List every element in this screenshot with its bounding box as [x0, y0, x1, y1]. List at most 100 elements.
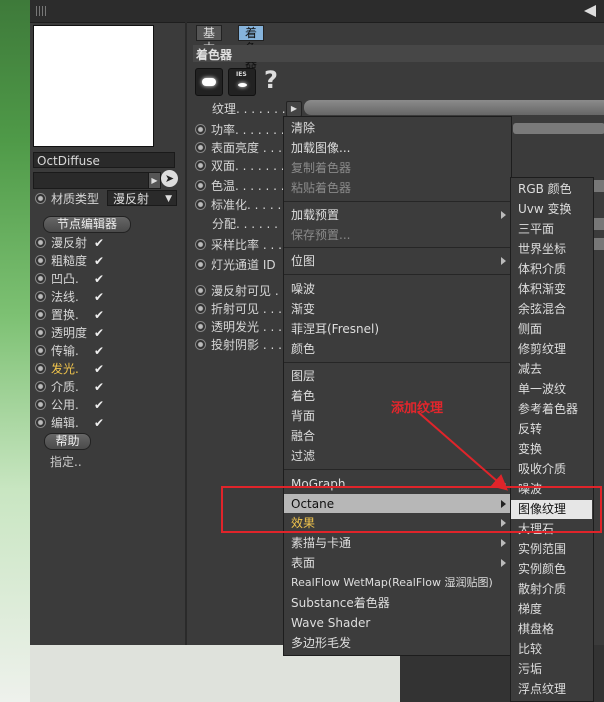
channel-item[interactable]: 编辑. ✔	[35, 414, 104, 432]
node-editor-button[interactable]: 节点编辑器	[43, 216, 131, 233]
submenu-item[interactable]: 浮点纹理	[518, 679, 566, 699]
checkmark-icon[interactable]: ✔	[94, 360, 104, 378]
radio-icon[interactable]	[35, 193, 46, 204]
menu-item-fusion[interactable]: 融合	[291, 426, 315, 446]
menu-item-load-preset[interactable]: 加载预置	[291, 205, 339, 225]
checkmark-icon[interactable]: ✔	[94, 288, 104, 306]
help-icon[interactable]: ?	[264, 66, 278, 94]
checkmark-icon[interactable]: ✔	[94, 342, 104, 360]
submenu-item[interactable]: 实例范围	[518, 539, 566, 559]
submenu-item[interactable]: 修剪纹理	[518, 339, 566, 359]
help-button[interactable]: 帮助	[44, 433, 91, 450]
submenu-item[interactable]: 反转	[518, 419, 542, 439]
submenu-item[interactable]: 棋盘格	[518, 619, 554, 639]
radio-icon[interactable]	[195, 339, 206, 350]
back-arrow-icon[interactable]	[584, 5, 596, 17]
menu-item-realflow-wetmap[interactable]: RealFlow WetMap(RealFlow 湿润贴图)	[291, 573, 493, 593]
cursor-picker-icon[interactable]: ➤	[161, 170, 178, 187]
submenu-item[interactable]: 吸收介质	[518, 459, 566, 479]
power-slider[interactable]	[513, 123, 604, 134]
channel-item[interactable]: 公用. ✔	[35, 396, 104, 414]
expand-arrow-icon[interactable]: ▶	[148, 172, 161, 189]
attr-refraction-visible[interactable]: 折射可见 . . .	[195, 300, 282, 318]
attr-sample-rate[interactable]: 采样比率 . . .	[195, 236, 282, 254]
menu-item-sketch-toon[interactable]: 素描与卡通	[291, 533, 351, 553]
material-type-select[interactable]: 漫反射 ▼	[107, 190, 177, 206]
menu-item-surfaces[interactable]: 表面	[291, 553, 315, 573]
menu-item-save-preset[interactable]: 保存预置...	[291, 225, 350, 245]
channel-item[interactable]: 漫反射 ✔	[35, 234, 104, 252]
radio-icon[interactable]	[195, 124, 206, 135]
attr-cast-shadows[interactable]: 投射阴影 . . .	[195, 336, 282, 354]
texture-expand-icon[interactable]: ▶	[286, 101, 302, 117]
menu-item-bitmap[interactable]: 位图	[291, 251, 315, 271]
submenu-item[interactable]: 梯度	[518, 599, 542, 619]
submenu-item[interactable]: 污垢	[518, 659, 542, 679]
menu-item-backside[interactable]: 背面	[291, 406, 315, 426]
submenu-item[interactable]: 散射介质	[518, 579, 566, 599]
channel-item-emission[interactable]: 发光. ✔	[35, 360, 104, 378]
radio-icon[interactable]	[35, 327, 46, 338]
radio-icon[interactable]	[195, 259, 206, 270]
menu-item-wave-shader[interactable]: Wave Shader	[291, 613, 370, 633]
menu-item-copy-shader[interactable]: 复制着色器	[291, 158, 351, 178]
radio-icon[interactable]	[195, 199, 206, 210]
radio-icon[interactable]	[35, 399, 46, 410]
checkmark-icon[interactable]: ✔	[94, 234, 104, 252]
submenu-item[interactable]: 变换	[518, 439, 542, 459]
attr-surface-brightness[interactable]: 表面亮度 . . . .	[195, 139, 290, 157]
attr-normalize[interactable]: 标准化. . . . .	[195, 196, 281, 214]
menu-item-clear[interactable]: 清除	[291, 118, 315, 138]
submenu-item[interactable]: 减去	[518, 359, 542, 379]
channel-item[interactable]: 介质. ✔	[35, 378, 104, 396]
menu-item-substance-shader[interactable]: Substance着色器	[291, 593, 390, 613]
submenu-item[interactable]: 余弦混合	[518, 299, 566, 319]
title-bar[interactable]	[30, 0, 604, 23]
attr-diffuse-visible[interactable]: 漫反射可见 . .	[195, 282, 286, 300]
attr-distribution[interactable]: 分配. . . . . .	[212, 215, 278, 233]
checkmark-icon[interactable]: ✔	[94, 414, 104, 432]
assign-label[interactable]: 指定..	[50, 453, 82, 470]
checkmark-icon[interactable]: ✔	[94, 252, 104, 270]
menu-item-layer[interactable]: 图层	[291, 366, 315, 386]
menu-item-paste-shader[interactable]: 粘贴着色器	[291, 178, 351, 198]
channel-item[interactable]: 传输. ✔	[35, 342, 104, 360]
menu-item-color[interactable]: 颜色	[291, 339, 315, 359]
channel-item[interactable]: 粗糙度 ✔	[35, 252, 104, 270]
checkmark-icon[interactable]: ✔	[94, 270, 104, 288]
attr-transparent-emission[interactable]: 透明发光 . . .	[195, 318, 282, 336]
channel-item[interactable]: 法线. ✔	[35, 288, 104, 306]
channel-item[interactable]: 透明度 ✔	[35, 324, 104, 342]
radio-icon[interactable]	[35, 417, 46, 428]
radio-icon[interactable]	[195, 160, 206, 171]
radio-icon[interactable]	[195, 180, 206, 191]
radio-icon[interactable]	[35, 273, 46, 284]
submenu-item[interactable]: 单一波纹	[518, 379, 566, 399]
tab-basic[interactable]: 基本	[196, 25, 223, 55]
material-name-field[interactable]: OctDiffuse	[33, 152, 175, 168]
attr-double-sided[interactable]: 双面. . . . . . .	[195, 157, 285, 175]
emission-ies-icon[interactable]: IES	[228, 68, 256, 96]
attr-power[interactable]: 功率. . . . . . .	[195, 121, 285, 139]
menu-item-gradient[interactable]: 渐变	[291, 299, 315, 319]
menu-item-colorizer[interactable]: 着色	[291, 386, 315, 406]
attr-color-temperature[interactable]: 色温. . . . . . .	[195, 177, 285, 195]
radio-icon[interactable]	[195, 142, 206, 153]
submenu-item[interactable]: 体积渐变	[518, 279, 566, 299]
tab-shader[interactable]: 着色器	[238, 25, 265, 70]
checkmark-icon[interactable]: ✔	[94, 396, 104, 414]
submenu-item[interactable]: 实例颜色	[518, 559, 566, 579]
radio-icon[interactable]	[195, 285, 206, 296]
radio-icon[interactable]	[35, 381, 46, 392]
material-preview[interactable]	[33, 25, 154, 147]
submenu-item[interactable]: 侧面	[518, 319, 542, 339]
radio-icon[interactable]	[35, 345, 46, 356]
material-input-field[interactable]	[33, 172, 159, 189]
radio-icon[interactable]	[35, 363, 46, 374]
menu-item-load-image[interactable]: 加载图像...	[291, 138, 350, 158]
menu-item-filter[interactable]: 过滤	[291, 446, 315, 466]
radio-icon[interactable]	[35, 255, 46, 266]
submenu-item[interactable]: 世界坐标	[518, 239, 566, 259]
submenu-item[interactable]: Uvw 变换	[518, 199, 572, 219]
checkmark-icon[interactable]: ✔	[94, 378, 104, 396]
